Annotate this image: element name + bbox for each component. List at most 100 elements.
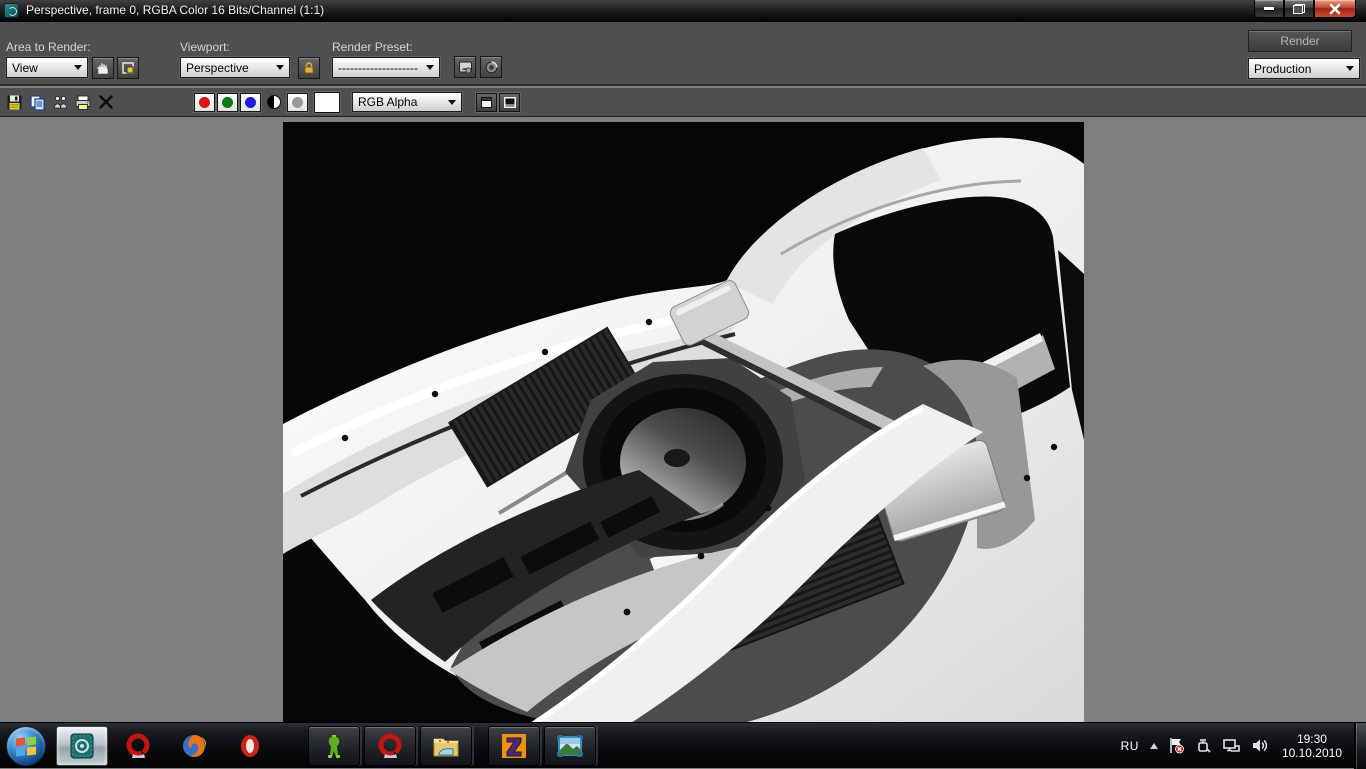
channel-display-dropdown[interactable]: RGB Alpha <box>352 92 462 112</box>
rendered-image[interactable] <box>283 122 1084 722</box>
taskbar-app-opera[interactable] <box>224 726 276 766</box>
minimize-icon <box>1264 7 1274 10</box>
image-tools-toolbar: RGB Alpha <box>0 88 1366 117</box>
qip-icon <box>319 731 349 761</box>
taskbar: RU <box>0 722 1366 768</box>
clear-button[interactable] <box>96 92 116 112</box>
system-tray: RU <box>1121 723 1366 768</box>
monochrome-button[interactable] <box>267 95 281 109</box>
blue-channel-button[interactable] <box>240 93 261 112</box>
area-to-render-dropdown[interactable]: View <box>6 57 88 78</box>
minimize-button[interactable] <box>1254 0 1284 18</box>
color-swatch[interactable] <box>314 92 340 113</box>
folder-icon <box>431 731 461 761</box>
chevron-down-icon <box>448 100 456 109</box>
save-image-icon <box>6 94 23 111</box>
show-desktop-button[interactable] <box>1354 723 1366 769</box>
clock[interactable]: 19:30 10.10.2010 <box>1282 732 1342 760</box>
toggle-screen-icon <box>503 96 517 109</box>
desktop: { "window": { "title": "Perspective, fra… <box>0 0 1366 768</box>
tray-time: 19:30 <box>1297 732 1327 746</box>
green-channel-icon <box>222 97 233 108</box>
car-render <box>283 122 1084 722</box>
zbrush-icon <box>499 731 529 761</box>
language-indicator[interactable]: RU <box>1121 739 1139 753</box>
environment-icon <box>484 60 499 75</box>
taskbar-app-image-viewer[interactable] <box>544 726 596 766</box>
toggle-screen-button[interactable] <box>499 93 520 112</box>
edit-region-button[interactable] <box>117 57 139 79</box>
toggle-overlay-icon <box>480 96 493 109</box>
environment-button[interactable] <box>480 56 502 78</box>
save-image-button[interactable] <box>4 92 24 112</box>
clear-icon <box>98 94 114 110</box>
viewport-lock-button[interactable] <box>298 57 320 79</box>
render-button[interactable]: Render <box>1248 30 1352 52</box>
taskbar-app-3ds-max[interactable] <box>56 726 108 766</box>
close-button[interactable] <box>1314 0 1356 18</box>
print-image-button[interactable] <box>73 92 93 112</box>
alpha-channel-icon <box>292 97 303 108</box>
viewport-lock-icon <box>302 61 316 75</box>
window-controls <box>1254 0 1356 18</box>
opera-icon <box>235 731 265 761</box>
volume-icon <box>1251 737 1269 754</box>
red-q-icon <box>375 731 405 761</box>
title-bar: Perspective, frame 0, RGBA Color 16 Bits… <box>0 0 1366 22</box>
edit-region-icon <box>121 61 135 75</box>
windows-flag-icon <box>16 737 37 756</box>
3ds-max-icon <box>67 731 97 761</box>
taskbar-app-red-q-2[interactable] <box>364 726 416 766</box>
window-title: Perspective, frame 0, RGBA Color 16 Bits… <box>26 3 324 17</box>
close-icon <box>1329 3 1341 15</box>
taskbar-app-red-q[interactable] <box>112 726 164 766</box>
copy-image-icon <box>29 94 46 111</box>
red-channel-button[interactable] <box>194 93 215 112</box>
start-button[interactable] <box>6 726 46 766</box>
render-preset-label: Render Preset: <box>332 40 413 54</box>
pan-hand-icon <box>96 61 110 75</box>
green-channel-button[interactable] <box>217 93 238 112</box>
network-icon <box>1222 737 1241 754</box>
red-q-icon <box>123 731 153 761</box>
copy-image-button[interactable] <box>27 92 47 112</box>
chevron-down-icon <box>1346 66 1354 75</box>
print-image-icon <box>74 94 92 111</box>
chevron-down-icon <box>74 65 82 74</box>
firefox-icon <box>179 731 209 761</box>
area-to-render-label: Area to Render: <box>6 40 91 54</box>
rendered-frame-viewport <box>0 117 1366 722</box>
render-preset-dropdown[interactable]: -------------------- <box>332 57 440 78</box>
taskbar-app-explorer[interactable] <box>420 726 472 766</box>
render-mode-dropdown[interactable]: Production <box>1248 58 1360 79</box>
clone-window-icon <box>52 94 69 111</box>
restore-icon <box>1293 4 1305 14</box>
taskbar-app-qip[interactable] <box>308 726 360 766</box>
viewport-dropdown[interactable]: Perspective <box>180 57 290 78</box>
safely-remove-icon <box>1195 737 1212 754</box>
chevron-down-icon <box>276 65 284 74</box>
hidden-icons-chevron[interactable] <box>1150 739 1158 749</box>
volume-button[interactable] <box>1251 737 1269 754</box>
red-channel-icon <box>199 97 210 108</box>
safely-remove-button[interactable] <box>1195 737 1212 754</box>
tray-date: 10.10.2010 <box>1282 746 1342 760</box>
action-center-button[interactable] <box>1168 737 1185 754</box>
action-center-flag-icon <box>1168 737 1185 754</box>
render-setup-button[interactable] <box>454 56 476 78</box>
taskbar-app-firefox[interactable] <box>168 726 220 766</box>
taskbar-app-zbrush[interactable] <box>488 726 540 766</box>
restore-button[interactable] <box>1284 0 1314 18</box>
viewport-label: Viewport: <box>180 40 230 54</box>
clone-window-button[interactable] <box>50 92 70 112</box>
render-setup-icon <box>458 60 473 75</box>
alpha-channel-button[interactable] <box>287 93 308 112</box>
render-controls-toolbar: Area to Render: View Viewport: Perspecti… <box>0 22 1366 86</box>
chevron-down-icon <box>426 65 434 74</box>
toggle-overlay-button[interactable] <box>476 93 497 112</box>
app-window-icon[interactable] <box>4 3 19 18</box>
blue-channel-icon <box>245 97 256 108</box>
network-button[interactable] <box>1222 737 1241 754</box>
pan-region-button[interactable] <box>92 57 114 79</box>
image-viewer-icon <box>555 731 585 761</box>
